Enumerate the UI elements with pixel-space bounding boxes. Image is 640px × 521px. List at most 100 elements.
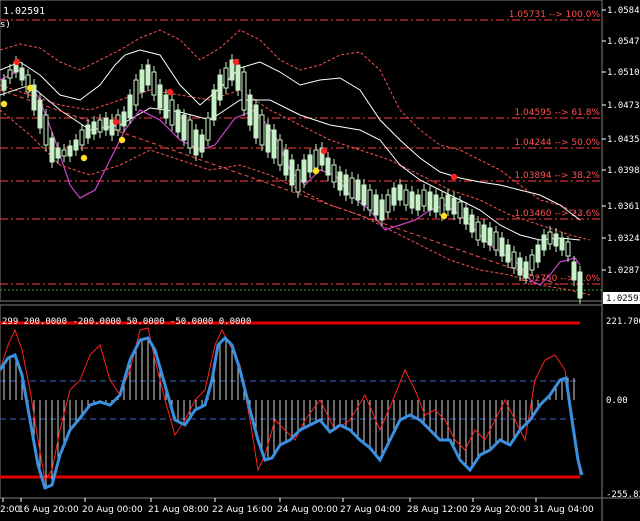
candle-body bbox=[445, 194, 451, 211]
candle-body bbox=[187, 119, 193, 149]
candle-body bbox=[457, 201, 463, 219]
yellow-signal-dot bbox=[312, 167, 320, 175]
indicator-axis: 221.7063 0.00 -255.8340 bbox=[606, 317, 640, 500]
candle-body bbox=[499, 237, 505, 257]
yellow-signal-dot bbox=[118, 136, 126, 144]
candle-body bbox=[547, 231, 553, 245]
candle-body bbox=[139, 69, 145, 93]
candle-body bbox=[157, 84, 163, 109]
candle-body bbox=[379, 199, 385, 221]
candle-body bbox=[451, 197, 457, 215]
candle-body bbox=[43, 114, 49, 146]
price-tick-label: 1.04350 bbox=[607, 135, 640, 145]
fib-level-label: 1.04595 --> 61.8% bbox=[514, 108, 600, 118]
candle-body bbox=[121, 111, 127, 127]
candle-body bbox=[151, 71, 157, 96]
candle-body bbox=[67, 145, 73, 157]
candle-body bbox=[295, 169, 301, 193]
candle-body bbox=[97, 119, 103, 133]
indicator-panel[interactable] bbox=[0, 304, 603, 499]
candle-body bbox=[361, 184, 367, 206]
candle-body bbox=[211, 89, 217, 121]
candle-body bbox=[463, 207, 469, 225]
candle-body bbox=[145, 64, 151, 86]
candle-body bbox=[49, 137, 55, 163]
candle-body bbox=[217, 74, 223, 101]
candle-body bbox=[385, 194, 391, 213]
candle-body bbox=[493, 231, 499, 251]
time-tick-label: 28 Aug 12:00 bbox=[407, 505, 468, 515]
candle-body bbox=[535, 244, 541, 263]
candle-body bbox=[427, 191, 433, 211]
candle-body bbox=[439, 197, 445, 216]
time-tick-label: 27 Aug 04:00 bbox=[340, 505, 401, 515]
candle-body bbox=[169, 99, 175, 126]
symbol-price: 1.02591 bbox=[3, 6, 45, 17]
price-tick-label: 1.03610 bbox=[607, 202, 640, 212]
candle-body bbox=[337, 171, 343, 191]
time-tick-label: 24 Aug 00:00 bbox=[277, 505, 338, 515]
price-tick-label: 1.04730 bbox=[607, 101, 640, 111]
candle-body bbox=[469, 214, 475, 233]
candle-body bbox=[1, 79, 7, 91]
time-axis: 2:0016 Aug 20:00 20 Aug 00:00 21 Aug 08:00… bbox=[0, 498, 594, 515]
red-signal-dot bbox=[13, 58, 21, 66]
candle-body bbox=[367, 189, 373, 211]
candle-body bbox=[577, 271, 583, 299]
candle-body bbox=[433, 194, 439, 213]
trading-chart[interactable]: 1.05731 --> 100.0% 1.04595 --> 61.8% 1.042… bbox=[0, 0, 640, 521]
price-tick-label: 1.05840 bbox=[607, 6, 640, 16]
candle-body bbox=[133, 79, 139, 106]
candle-body bbox=[511, 251, 517, 269]
candle-body bbox=[553, 233, 559, 247]
candle-body bbox=[475, 221, 481, 241]
candle-body bbox=[103, 117, 109, 131]
red-signal-dot bbox=[112, 118, 120, 126]
candle-body bbox=[265, 124, 271, 153]
candle-body bbox=[301, 159, 307, 183]
candle-body bbox=[91, 121, 97, 135]
candle-body bbox=[397, 184, 403, 201]
candle-body bbox=[37, 99, 43, 129]
candle-body bbox=[235, 64, 241, 91]
red-signal-dot bbox=[450, 173, 458, 181]
candle-body bbox=[193, 129, 199, 156]
candle-body bbox=[541, 234, 547, 251]
yellow-signal-dot bbox=[440, 212, 448, 220]
yellow-signal-dot bbox=[26, 84, 34, 92]
candle-body bbox=[205, 117, 211, 141]
indicator-params: 299 200.0000 -200.0000 50.0000 -50.0000 … bbox=[2, 317, 251, 327]
price-tick-label: 1.02870 bbox=[607, 266, 640, 276]
time-tick-label: 22 Aug 16:00 bbox=[212, 505, 273, 515]
candle-body bbox=[55, 147, 61, 159]
time-tick-label: 31 Aug 04:00 bbox=[533, 505, 594, 515]
price-tick-label: 1.05100 bbox=[607, 68, 640, 78]
price-axis: 1.05840 1.05470 1.05100 1.04730 1.04350 1.039… bbox=[602, 6, 640, 276]
candle-body bbox=[343, 174, 349, 196]
candle-body bbox=[163, 94, 169, 119]
yellow-signal-dot bbox=[80, 154, 88, 162]
candle-body bbox=[73, 139, 79, 151]
candle-body bbox=[199, 134, 205, 153]
candle-body bbox=[415, 194, 421, 211]
candle-body bbox=[481, 224, 487, 243]
chart-label-fragment: s) bbox=[0, 20, 11, 30]
candle-body bbox=[391, 187, 397, 206]
fib-level-label: 1.03460 --> 23.6% bbox=[514, 209, 600, 219]
price-tick-label: 1.05470 bbox=[607, 37, 640, 47]
candle-body bbox=[175, 109, 181, 133]
fib-level-label: 1.05731 --> 100.0% bbox=[509, 10, 601, 20]
candle-body bbox=[565, 241, 571, 257]
candle-body bbox=[61, 149, 67, 157]
candle-body bbox=[247, 94, 253, 126]
indicator-tick-label: -255.8340 bbox=[606, 490, 640, 500]
candle-body bbox=[517, 257, 523, 276]
candle-body bbox=[283, 149, 289, 176]
red-signal-dot bbox=[320, 147, 328, 155]
candle-body bbox=[529, 254, 535, 271]
candle-body bbox=[241, 71, 247, 111]
candle-body bbox=[487, 227, 493, 246]
candle-body bbox=[523, 261, 529, 279]
candle-body bbox=[331, 164, 337, 183]
yellow-signal-dot bbox=[0, 100, 8, 108]
